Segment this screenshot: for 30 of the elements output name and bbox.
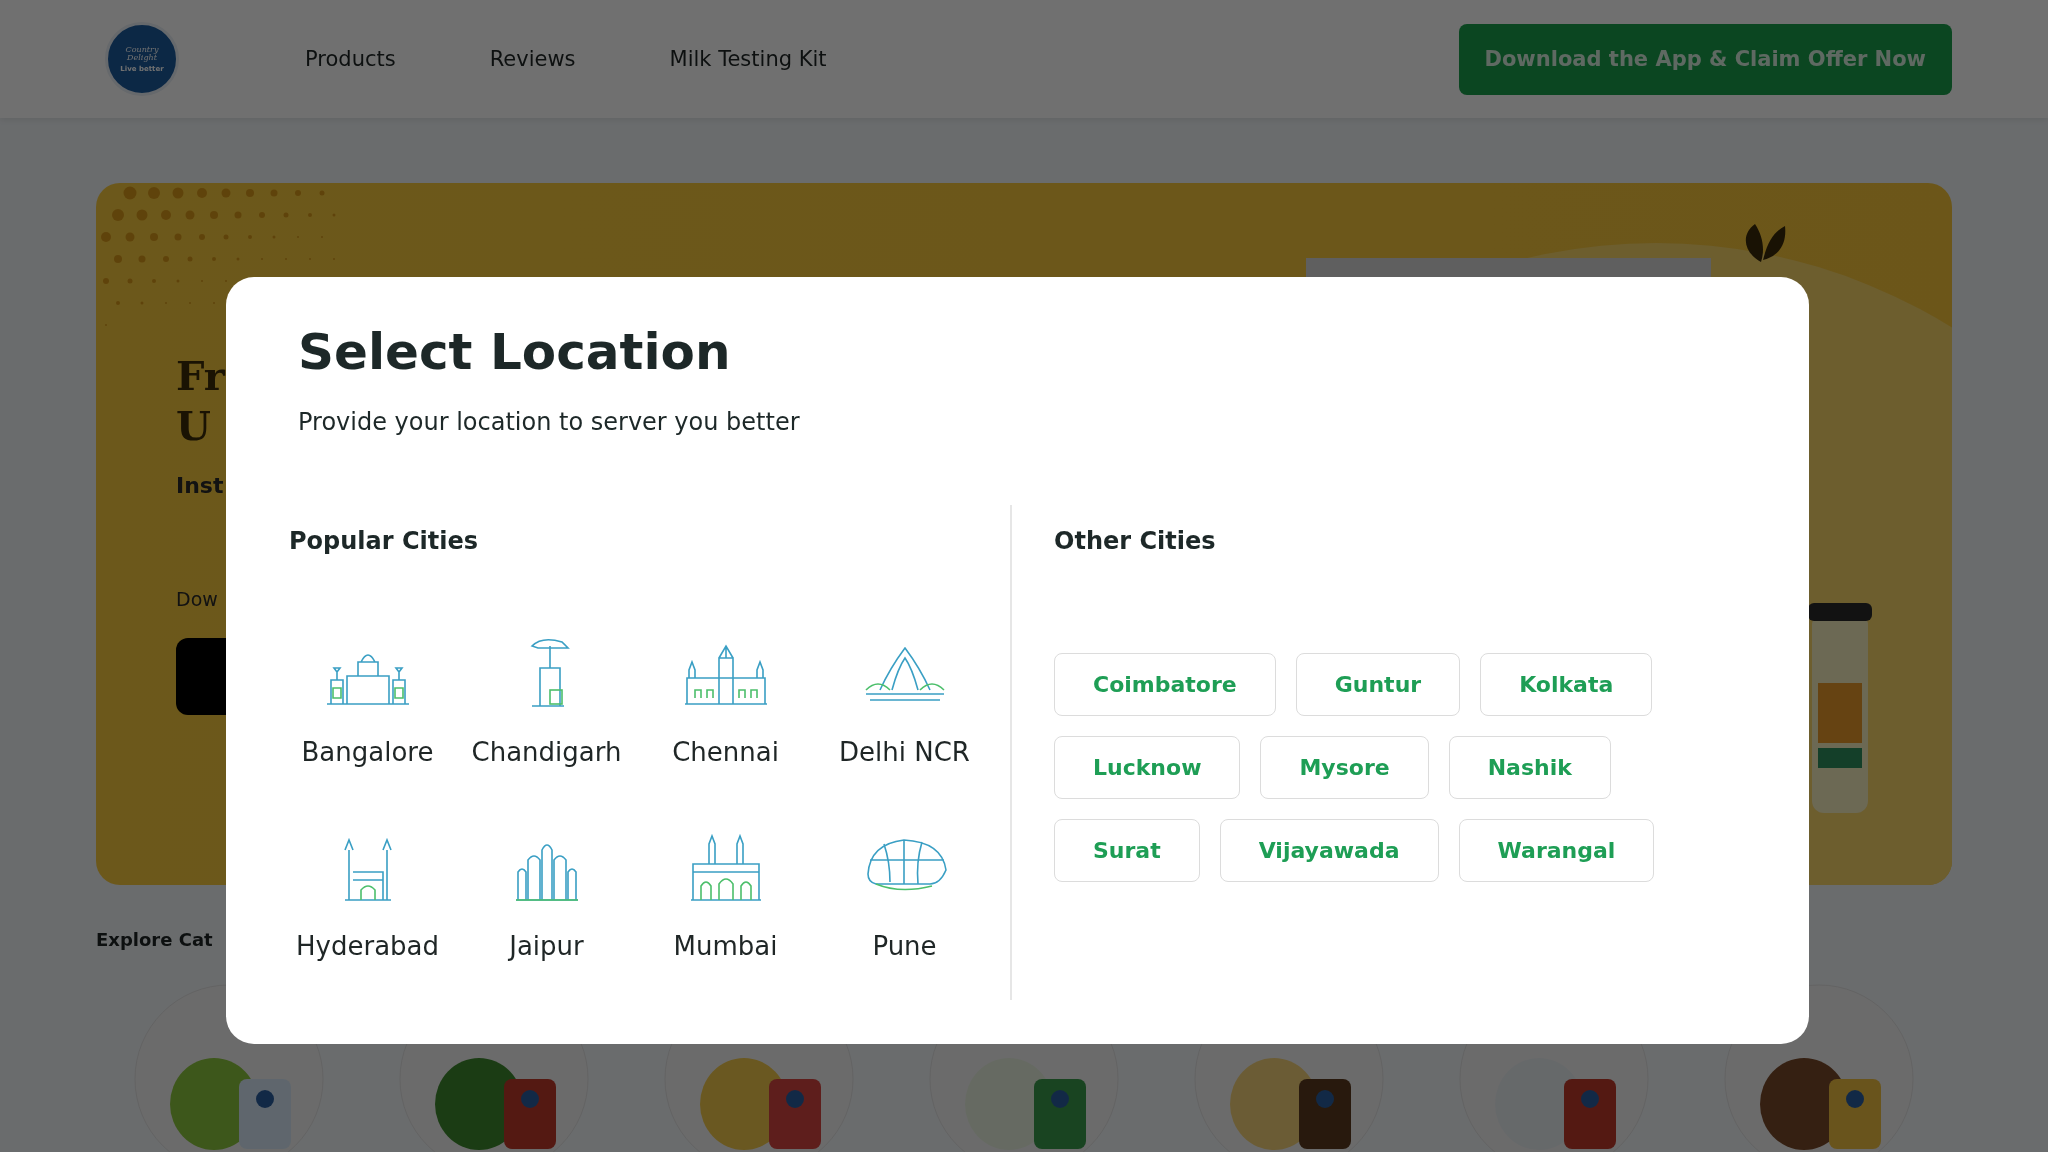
city-chip[interactable]: Guntur: [1295, 653, 1461, 716]
city-option[interactable]: Jaipur: [457, 820, 636, 962]
city-option[interactable]: Hyderabad: [278, 820, 457, 962]
city-chip[interactable]: Surat: [1054, 819, 1200, 882]
dialog-title: Select Location: [298, 322, 732, 383]
city-chip[interactable]: Vijayawada: [1219, 819, 1439, 882]
section-heading: Popular Cities: [289, 526, 479, 556]
hero-heading: Fr: [176, 351, 225, 401]
hero-subtitle: Inst: [176, 473, 224, 498]
section-heading: Explore Cat: [96, 929, 213, 950]
city-option[interactable]: Mumbai: [636, 820, 815, 962]
city-chip[interactable]: Nashik: [1448, 736, 1611, 799]
nav-link[interactable]: Milk Testing Kit: [669, 47, 827, 71]
city-option[interactable]: Chandigarh: [457, 626, 636, 768]
section-heading: Other Cities: [1054, 526, 1216, 556]
city-chip[interactable]: Warangal: [1458, 819, 1655, 882]
download-label: Dow: [176, 588, 218, 610]
nav-link[interactable]: Reviews: [489, 47, 576, 71]
city-option[interactable]: Pune: [815, 820, 994, 962]
dialog-subtitle: Provide your location to server you better: [298, 407, 801, 438]
logo-name: Country Delight: [124, 45, 160, 62]
city-chip[interactable]: Lucknow: [1054, 736, 1241, 799]
hero-heading: U: [176, 401, 211, 451]
city-option[interactable]: Delhi NCR: [815, 626, 994, 768]
city-option[interactable]: Chennai: [636, 626, 815, 768]
city-option[interactable]: Bangalore: [278, 626, 457, 768]
nav-link[interactable]: Products: [305, 47, 396, 71]
city-chip[interactable]: Mysore: [1260, 736, 1429, 799]
city-chip[interactable]: Coimbatore: [1054, 653, 1276, 716]
city-chip[interactable]: Kolkata: [1480, 653, 1653, 716]
